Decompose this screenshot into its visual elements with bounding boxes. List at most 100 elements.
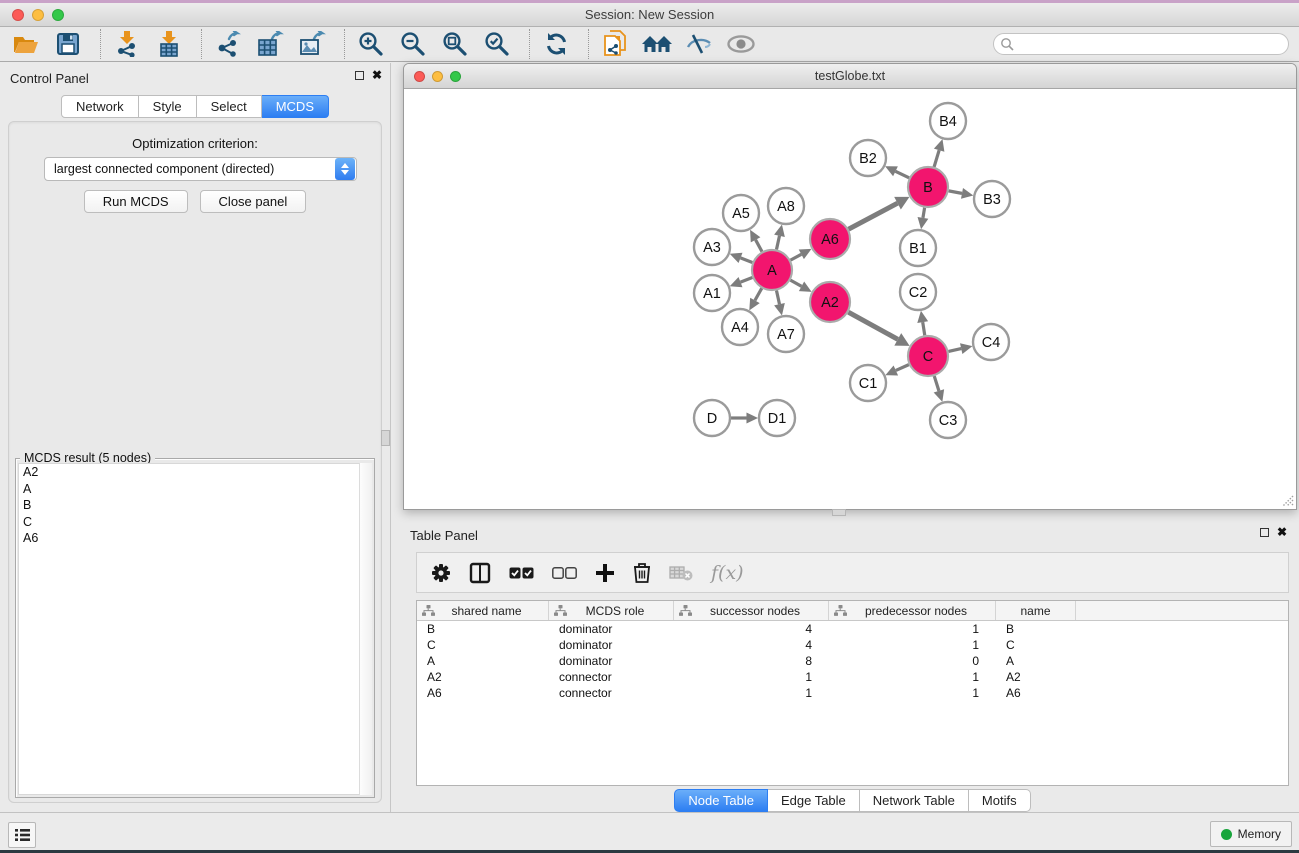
table-cell[interactable]: dominator [549, 621, 674, 637]
column-header-successor-nodes[interactable]: successor nodes [674, 601, 829, 620]
home-icon[interactable] [639, 29, 675, 59]
edge-A-A4[interactable] [755, 288, 762, 300]
column-header-shared-name[interactable]: shared name [417, 601, 549, 620]
edge-B-B1[interactable] [923, 208, 925, 218]
edge-A-A7[interactable] [776, 291, 779, 305]
table-cell[interactable]: C [417, 637, 549, 653]
table-row[interactable]: Bdominator41B [417, 621, 1288, 637]
save-icon[interactable] [50, 29, 86, 59]
result-scrollbar[interactable] [359, 463, 372, 795]
edge-A2-C[interactable] [848, 312, 897, 339]
task-history-button[interactable] [8, 822, 36, 848]
table-cell[interactable]: A2 [996, 669, 1076, 685]
table-cell[interactable]: C [996, 637, 1076, 653]
tab-network[interactable]: Network [61, 95, 139, 118]
close-panel-icon[interactable]: ✖ [372, 70, 382, 80]
table-cell[interactable] [1076, 653, 1288, 669]
edge-A-A3[interactable] [740, 258, 752, 263]
edge-A6-B[interactable] [849, 203, 898, 229]
table-cell[interactable]: dominator [549, 653, 674, 669]
table-cell[interactable]: connector [549, 669, 674, 685]
hide-eye-icon[interactable] [681, 29, 717, 59]
search-input[interactable] [1014, 35, 1288, 53]
run-mcds-button[interactable]: Run MCDS [84, 190, 188, 213]
table-cell[interactable]: 8 [674, 653, 829, 669]
result-item[interactable]: A6 [19, 530, 371, 547]
edge-A-A6[interactable] [791, 254, 802, 260]
table-cell[interactable]: 1 [674, 669, 829, 685]
table-cell[interactable]: A6 [417, 685, 549, 701]
edge-C-C3[interactable] [934, 376, 939, 391]
delete-column-icon[interactable] [633, 562, 651, 583]
export-table-icon[interactable] [252, 29, 288, 59]
table-cell[interactable] [1076, 685, 1288, 701]
tab-style[interactable]: Style [139, 95, 197, 118]
table-cell[interactable]: 1 [829, 621, 996, 637]
gear-icon[interactable] [431, 563, 451, 583]
table-cell[interactable]: A2 [417, 669, 549, 685]
network-graph[interactable]: B4B2BB3A8A5A6A3B1AC2A1A2A4A7C4CC1C3DD1 [404, 89, 1296, 509]
table-row[interactable]: A2connector11A2 [417, 669, 1288, 685]
table-cell[interactable]: connector [549, 685, 674, 701]
desktop-vscroll-thumb[interactable] [381, 430, 390, 446]
result-item[interactable]: A [19, 481, 371, 498]
edge-C-C2[interactable] [923, 322, 925, 335]
delete-table-icon[interactable] [669, 565, 693, 581]
export-image-icon[interactable] [294, 29, 330, 59]
open-file-icon[interactable] [8, 29, 44, 59]
function-icon[interactable]: f(x) [711, 562, 744, 584]
tab-select[interactable]: Select [197, 95, 262, 118]
import-network-icon[interactable] [109, 29, 145, 59]
close-panel-button[interactable]: Close panel [200, 190, 307, 213]
table-cell[interactable]: 1 [674, 685, 829, 701]
zoom-in-icon[interactable] [353, 29, 389, 59]
deselect-all-icon[interactable] [552, 567, 577, 579]
column-header-mcds-role[interactable]: MCDS role [549, 601, 674, 620]
float-panel-icon[interactable] [355, 71, 364, 80]
column-header-predecessor-nodes[interactable]: predecessor nodes [829, 601, 996, 620]
result-item[interactable]: C [19, 514, 371, 531]
edge-A-A2[interactable] [790, 280, 801, 286]
table-row[interactable]: A6connector11A6 [417, 685, 1288, 701]
zoom-selected-icon[interactable] [479, 29, 515, 59]
edge-B-B2[interactable] [895, 171, 909, 178]
result-item[interactable]: B [19, 497, 371, 514]
desktop-hscroll-thumb[interactable] [832, 509, 846, 516]
table-cell[interactable]: B [417, 621, 549, 637]
edge-C-C4[interactable] [948, 349, 961, 352]
import-table-icon[interactable] [151, 29, 187, 59]
table-cell[interactable]: B [996, 621, 1076, 637]
edge-B-B4[interactable] [934, 150, 939, 167]
network-document-icon[interactable] [597, 29, 633, 59]
table-cell[interactable]: 1 [829, 669, 996, 685]
edge-C-C1[interactable] [896, 365, 909, 371]
export-network-icon[interactable] [210, 29, 246, 59]
network-canvas[interactable]: B4B2BB3A8A5A6A3B1AC2A1A2A4A7C4CC1C3DD1 [404, 89, 1296, 509]
table-cell[interactable]: 0 [829, 653, 996, 669]
edge-A-A1[interactable] [740, 278, 752, 283]
column-header-name[interactable]: name [996, 601, 1076, 620]
tab-edge-table[interactable]: Edge Table [768, 789, 860, 812]
optimization-criterion-select[interactable]: largest connected component (directed) [44, 157, 357, 181]
table-cell[interactable]: A [417, 653, 549, 669]
float-table-panel-icon[interactable] [1260, 528, 1269, 537]
table-cell[interactable]: 4 [674, 637, 829, 653]
zoom-fit-icon[interactable] [437, 29, 473, 59]
table-cell[interactable] [1076, 669, 1288, 685]
table-cell[interactable] [1076, 621, 1288, 637]
resize-grip-icon[interactable] [1280, 493, 1294, 507]
tab-network-table[interactable]: Network Table [860, 789, 969, 812]
table-cell[interactable]: 1 [829, 637, 996, 653]
table-cell[interactable]: A6 [996, 685, 1076, 701]
zoom-out-icon[interactable] [395, 29, 431, 59]
node-table[interactable]: shared name MCDS role successor nodes pr… [416, 600, 1289, 786]
eye-icon[interactable] [723, 29, 759, 59]
add-column-icon[interactable] [595, 563, 615, 583]
close-table-panel-icon[interactable]: ✖ [1277, 527, 1287, 537]
result-item[interactable]: A2 [19, 464, 371, 481]
tab-mcds[interactable]: MCDS [262, 95, 329, 118]
edge-B-B3[interactable] [949, 191, 962, 194]
split-view-icon[interactable] [469, 562, 491, 584]
edge-A-A5[interactable] [756, 240, 762, 252]
table-cell[interactable] [1076, 637, 1288, 653]
